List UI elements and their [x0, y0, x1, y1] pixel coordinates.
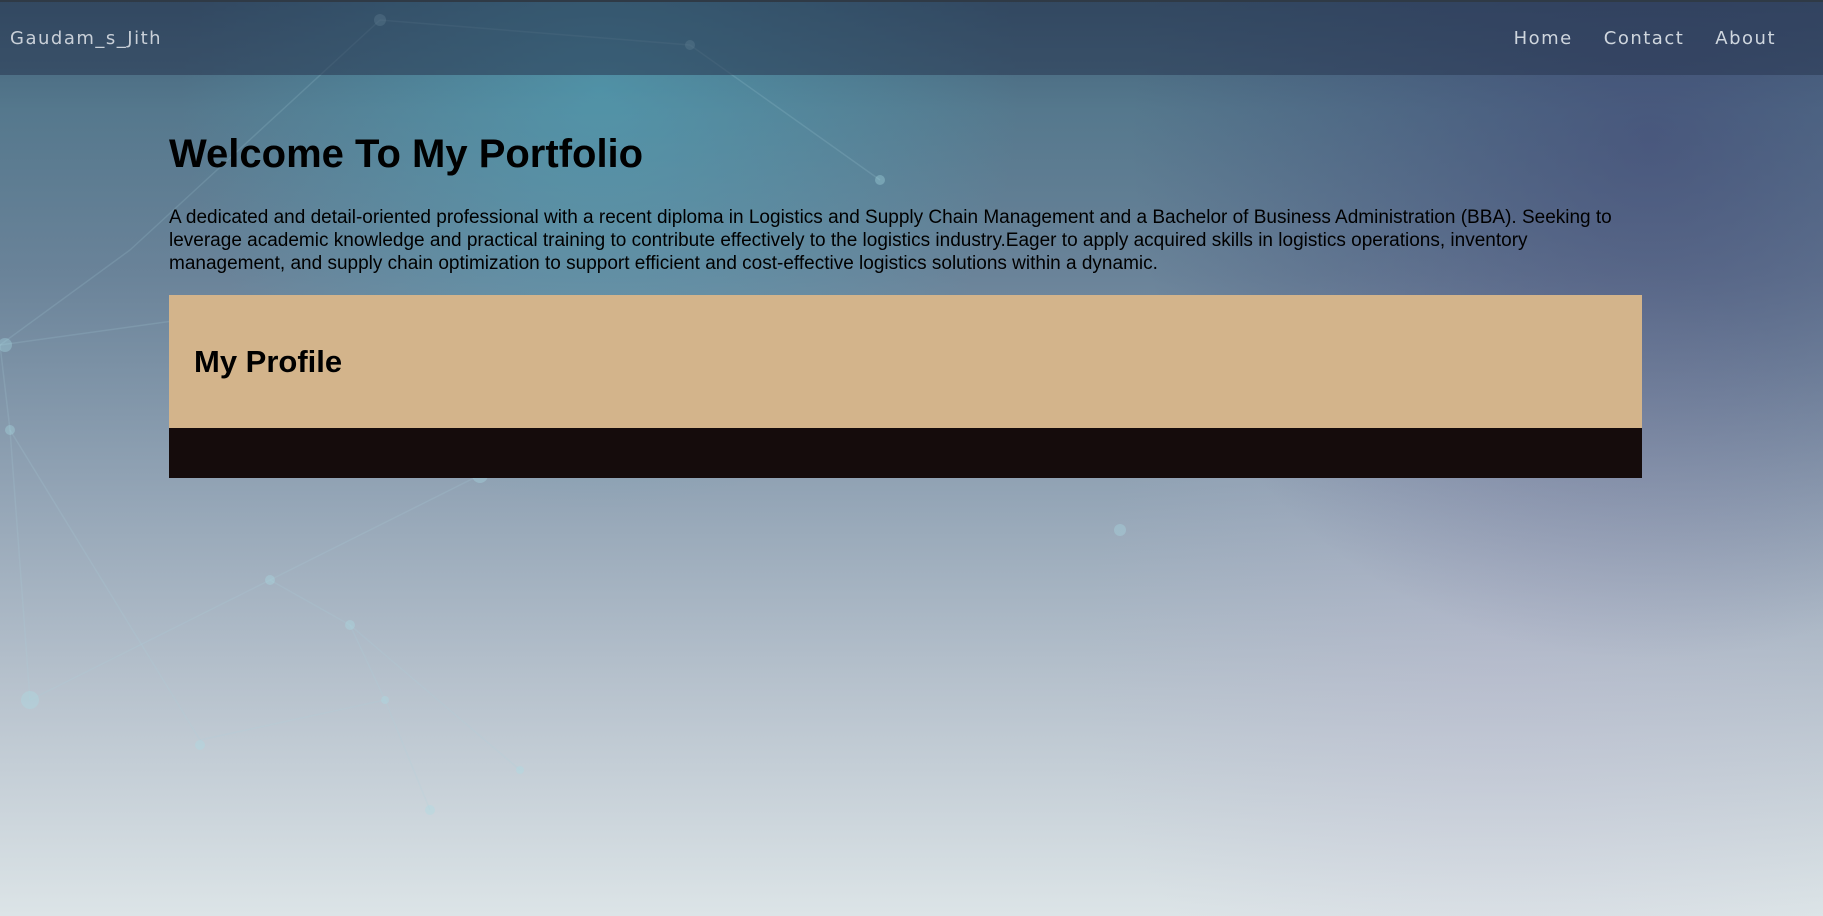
main-content: Welcome To My Portfolio A dedicated and …: [169, 108, 1642, 478]
nav-link-contact[interactable]: Contact: [1604, 28, 1685, 49]
intro-paragraph: A dedicated and detail-oriented professi…: [169, 207, 1612, 274]
profile-section-title: My Profile: [194, 343, 343, 379]
page-title: Welcome To My Portfolio: [169, 132, 644, 176]
profile-section: My Profile: [169, 295, 1642, 428]
navbar: Gaudam_s_Jith Home Contact About: [0, 2, 1823, 75]
brand-logo[interactable]: Gaudam_s_Jith: [10, 28, 162, 49]
nav-link-home[interactable]: Home: [1514, 28, 1573, 49]
profile-section-footer-bar: [169, 428, 1642, 478]
nav-links: Home Contact About: [1514, 28, 1776, 49]
nav-link-about[interactable]: About: [1715, 28, 1776, 49]
